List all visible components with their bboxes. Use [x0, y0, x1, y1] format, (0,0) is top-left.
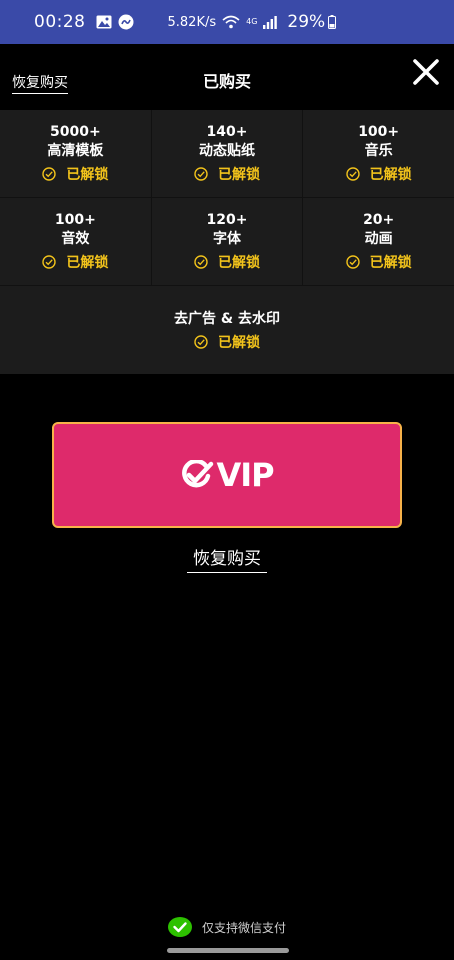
unlocked-status: 已解锁	[345, 164, 412, 184]
payment-note-text: 仅支持微信支付	[201, 920, 286, 935]
header: 恢复购买 已购买	[0, 44, 454, 110]
check-circle-icon	[345, 255, 360, 269]
wechat-pay-icon	[167, 917, 192, 937]
unlocked-status: 已解锁	[194, 252, 260, 272]
signal-icon: 4G	[246, 18, 257, 26]
unlocked-status: 已解锁	[194, 164, 260, 184]
network-speed: 5.82K/s	[167, 14, 217, 30]
feature-cell-stickers: 140+ 动态贴纸 已解锁	[151, 110, 304, 198]
payment-note: 仅支持微信支付	[0, 917, 454, 937]
home-indicator[interactable]	[167, 948, 289, 953]
feature-count: 120+	[206, 212, 248, 228]
feature-count: 20+	[363, 212, 395, 228]
status-bar: 00:28 5.82K/s 4G 29%	[0, 0, 454, 44]
feature-name: 去广告 & 去水印	[174, 310, 280, 327]
gallery-icon	[96, 15, 112, 29]
check-circle-icon	[194, 167, 208, 181]
feature-name: 音乐	[364, 143, 393, 159]
check-circle-icon	[194, 334, 208, 349]
unlocked-label: 已解锁	[369, 255, 412, 271]
check-circle-icon	[42, 255, 57, 269]
feature-row-3: 去广告 & 去水印 已解锁	[0, 286, 454, 374]
unlocked-status: 已解锁	[345, 252, 412, 272]
check-circle-icon	[194, 255, 208, 269]
vip-badge: VIP	[180, 456, 275, 494]
unlocked-status: 已解锁	[42, 164, 108, 184]
close-button[interactable]	[412, 58, 440, 86]
feature-cell-templates: 5000+ 高清模板 已解锁	[0, 110, 152, 198]
feature-row-1: 5000+ 高清模板 已解锁 140+ 动态贴纸 已解锁 100+ 音乐 已解锁	[0, 110, 454, 198]
feature-cell-music: 100+ 音乐 已解锁	[303, 110, 454, 198]
unlocked-label: 已解锁	[66, 167, 109, 183]
feature-count: 100+	[358, 124, 400, 140]
feature-cell-no-ads-watermark: 去广告 & 去水印 已解锁	[0, 286, 454, 374]
feature-name: 高清模板	[47, 143, 104, 159]
unlocked-label: 已解锁	[218, 255, 260, 271]
page-title: 已购买	[202, 72, 251, 91]
feature-cell-fonts: 120+ 字体 已解锁	[151, 198, 304, 286]
wifi-icon	[222, 15, 240, 29]
check-circle-icon	[345, 167, 360, 181]
feature-count: 100+	[54, 212, 96, 228]
vip-check-icon	[182, 460, 214, 488]
unlocked-label: 已解锁	[369, 167, 412, 183]
signal-bars-icon	[263, 15, 278, 29]
feature-name: 字体	[213, 231, 241, 247]
feature-name: 动画	[364, 231, 393, 247]
unlocked-status: 已解锁	[194, 332, 260, 352]
vip-label: VIP	[216, 456, 274, 494]
feature-count: 140+	[206, 124, 248, 140]
close-icon	[413, 59, 439, 85]
feature-cell-sound-effects: 100+ 音效 已解锁	[0, 198, 152, 286]
vip-button[interactable]: VIP	[52, 422, 402, 528]
feature-name: 动态贴纸	[199, 143, 255, 159]
feature-grid: 5000+ 高清模板 已解锁 140+ 动态贴纸 已解锁 100+ 音乐 已解锁	[0, 110, 454, 374]
feature-cell-animations: 20+ 动画 已解锁	[303, 198, 454, 286]
check-circle-icon	[42, 167, 57, 181]
feature-name: 音效	[61, 231, 90, 247]
unlocked-label: 已解锁	[218, 167, 260, 183]
status-time: 00:28	[34, 12, 86, 32]
battery-icon	[328, 15, 337, 29]
feature-count: 5000+	[49, 124, 101, 140]
app-notification-icon	[118, 14, 134, 30]
restore-purchase-link-bottom[interactable]: 恢复购买	[187, 544, 267, 573]
battery-percent: 29%	[287, 12, 326, 32]
unlocked-label: 已解锁	[218, 334, 260, 351]
unlocked-label: 已解锁	[66, 255, 109, 271]
feature-row-2: 100+ 音效 已解锁 120+ 字体 已解锁 20+ 动画 已解锁	[0, 198, 454, 286]
network-type: 4G	[246, 17, 258, 26]
unlocked-status: 已解锁	[42, 252, 108, 272]
restore-purchase-area: 恢复购买	[0, 544, 454, 573]
